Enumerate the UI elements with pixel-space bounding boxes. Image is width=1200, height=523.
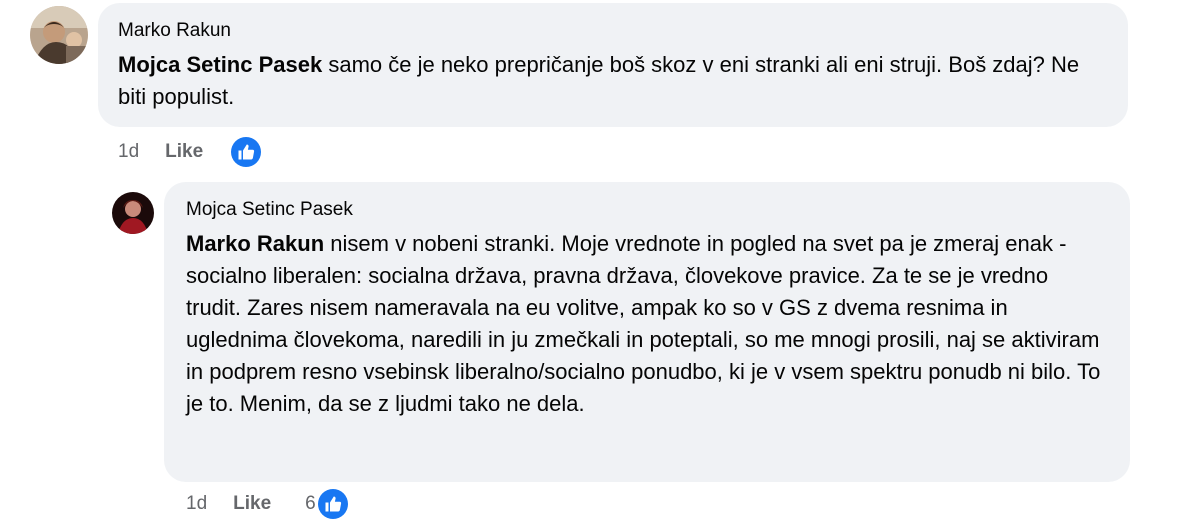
comment-author[interactable]: Marko Rakun	[118, 19, 1108, 43]
avatar[interactable]	[30, 6, 88, 64]
mention-link[interactable]: Mojca Setinc Pasek	[118, 52, 322, 77]
comment-bubble: Marko Rakun Mojca Setinc Pasek samo če j…	[98, 3, 1128, 127]
comment-author[interactable]: Mojca Setinc Pasek	[186, 198, 1108, 222]
comment-text: Mojca Setinc Pasek samo če je neko prepr…	[118, 49, 1108, 113]
thumbs-up-icon[interactable]	[231, 137, 262, 167]
comment-text: Marko Rakun nisem v nobeni stranki. Moje…	[186, 228, 1108, 420]
comment-actions: 1d Like 6	[186, 488, 348, 520]
mention-link[interactable]: Marko Rakun	[186, 231, 324, 256]
timestamp[interactable]: 1d	[186, 493, 207, 515]
comment-bubble: Mojca Setinc Pasek Marko Rakun nisem v n…	[164, 182, 1130, 482]
timestamp[interactable]: 1d	[118, 141, 139, 163]
comment-body: nisem v nobeni stranki. Moje vrednote in…	[186, 231, 1101, 416]
reaction-count[interactable]: 6	[305, 493, 316, 515]
thumbs-up-icon[interactable]	[317, 489, 348, 519]
like-button[interactable]: Like	[233, 493, 271, 515]
like-button[interactable]: Like	[165, 141, 203, 163]
avatar[interactable]	[112, 192, 154, 234]
comment-actions: 1d Like	[118, 136, 262, 168]
